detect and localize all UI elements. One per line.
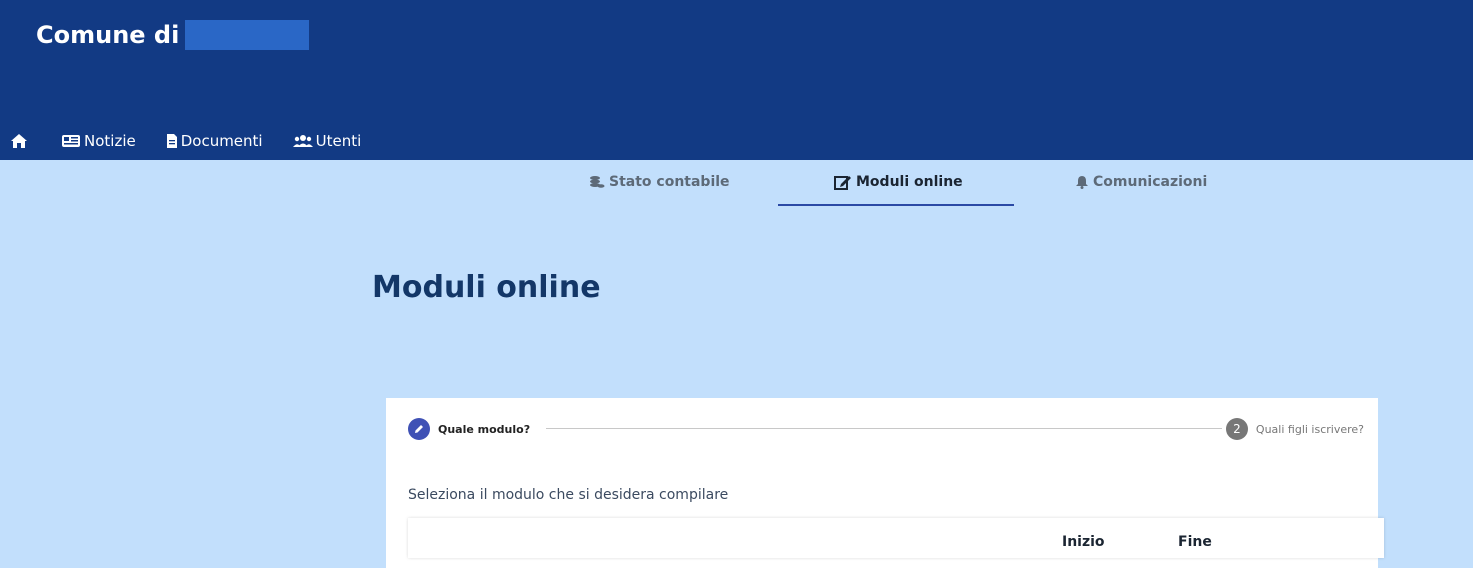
instruction-text: Seleziona il modulo che si desidera comp…	[408, 487, 729, 503]
modules-table-header: Inizio Fine	[408, 518, 1384, 558]
nav-documenti-label: Documenti	[180, 132, 263, 150]
top-header: Comune di Notizie Documenti Utenti	[0, 0, 1473, 160]
section-tabs: Stato contabile Moduli online Comunicazi…	[0, 160, 1473, 208]
users-icon	[292, 135, 313, 147]
tab-moduli-online[interactable]: Moduli online	[834, 174, 963, 190]
page-title: Moduli online	[372, 270, 601, 305]
stepper-connector	[546, 428, 1222, 429]
nav-documenti[interactable]: Documenti	[166, 132, 263, 150]
coins-icon	[590, 176, 605, 188]
stepper-step-1[interactable]: Quale modulo?	[408, 418, 530, 440]
tab-comunicazioni[interactable]: Comunicazioni	[1075, 174, 1207, 190]
stepper-step-2[interactable]: 2 Quali figli iscrivere?	[1225, 418, 1364, 440]
brand-label: Comune di	[36, 21, 180, 49]
form-card: Quale modulo? 2 Quali figli iscrivere? S…	[386, 398, 1384, 568]
nav-utenti-label: Utenti	[315, 132, 362, 150]
tab-moduli-online-label: Moduli online	[856, 174, 963, 190]
nav-notizie[interactable]: Notizie	[61, 132, 136, 150]
active-tab-indicator	[778, 204, 1014, 206]
nav-utenti[interactable]: Utenti	[292, 132, 362, 150]
newspaper-icon	[62, 135, 80, 147]
main-nav: Notizie Documenti Utenti	[10, 132, 391, 150]
step-1-label: Quale modulo?	[438, 422, 531, 436]
tab-stato-contabile-label: Stato contabile	[609, 174, 730, 190]
tab-comunicazioni-label: Comunicazioni	[1093, 174, 1208, 190]
column-header-inizio[interactable]: Inizio	[1062, 534, 1105, 550]
column-header-fine[interactable]: Fine	[1178, 534, 1212, 550]
redacted-city-name	[185, 20, 310, 50]
site-brand[interactable]: Comune di	[36, 20, 310, 50]
home-icon	[11, 134, 27, 148]
nav-notizie-label: Notizie	[84, 132, 136, 150]
tab-stato-contabile[interactable]: Stato contabile	[589, 174, 730, 190]
nav-home[interactable]	[10, 133, 31, 149]
bell-icon	[1076, 176, 1088, 189]
file-icon	[166, 134, 177, 148]
step-2-label: Quali figli iscrivere?	[1255, 422, 1364, 436]
edit-icon	[834, 176, 851, 190]
step-2-number: 2	[1225, 418, 1248, 440]
pencil-icon	[408, 418, 430, 440]
